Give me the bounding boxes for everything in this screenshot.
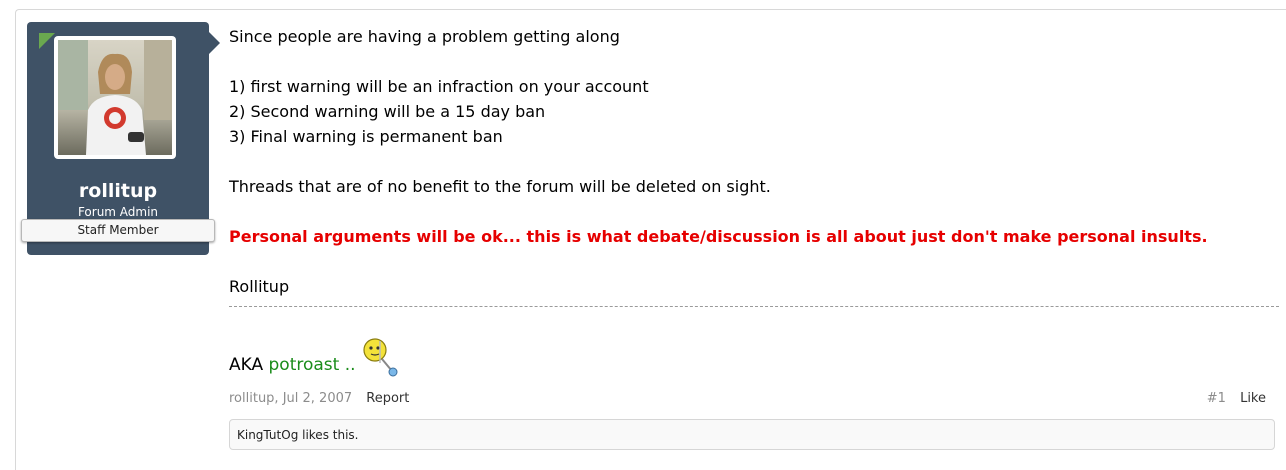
avatar-photo <box>58 40 172 155</box>
post-meta-right: #1 Like <box>1207 391 1266 406</box>
post-line: Since people are having a problem gettin… <box>229 27 620 46</box>
post-line: 2) Second warning will be a 15 day ban <box>229 102 546 121</box>
like-link[interactable]: Like <box>1240 391 1266 406</box>
post-line-warning: Personal arguments will be ok... this is… <box>229 227 1208 246</box>
user-title: Forum Admin <box>77 205 159 219</box>
avatar-image <box>58 40 172 155</box>
report-link[interactable]: Report <box>366 391 409 406</box>
signature-prefix: AKA <box>229 355 264 375</box>
post-line: 1) first warning will be an infraction o… <box>229 77 649 96</box>
post-author-date[interactable]: rollitup, Jul 2, 2007 <box>229 391 352 406</box>
username[interactable]: rollitup <box>27 180 209 202</box>
post-number-link[interactable]: #1 <box>1207 391 1226 406</box>
likes-summary: KingTutOg likes this. <box>229 419 1275 450</box>
post-line: 3) Final warning is permanent ban <box>229 127 503 146</box>
signature-name: potroast .. <box>268 355 356 375</box>
signature-text: AKA potroast .. <box>229 353 356 377</box>
signature-divider <box>229 306 1279 307</box>
online-status-flag <box>39 33 55 49</box>
avatar[interactable] <box>54 36 176 159</box>
signature: AKA potroast .. <box>229 337 400 377</box>
smoking-smiley-icon <box>362 338 398 377</box>
post-meta: rollitup, Jul 2, 2007 Report <box>229 391 409 406</box>
post-signoff: Rollitup <box>229 277 290 296</box>
user-card-arrow <box>209 32 220 54</box>
staff-member-banner: Staff Member <box>21 219 215 242</box>
post-line: Threads that are of no benefit to the fo… <box>229 177 771 196</box>
post-content: Since people are having a problem gettin… <box>229 24 1279 299</box>
